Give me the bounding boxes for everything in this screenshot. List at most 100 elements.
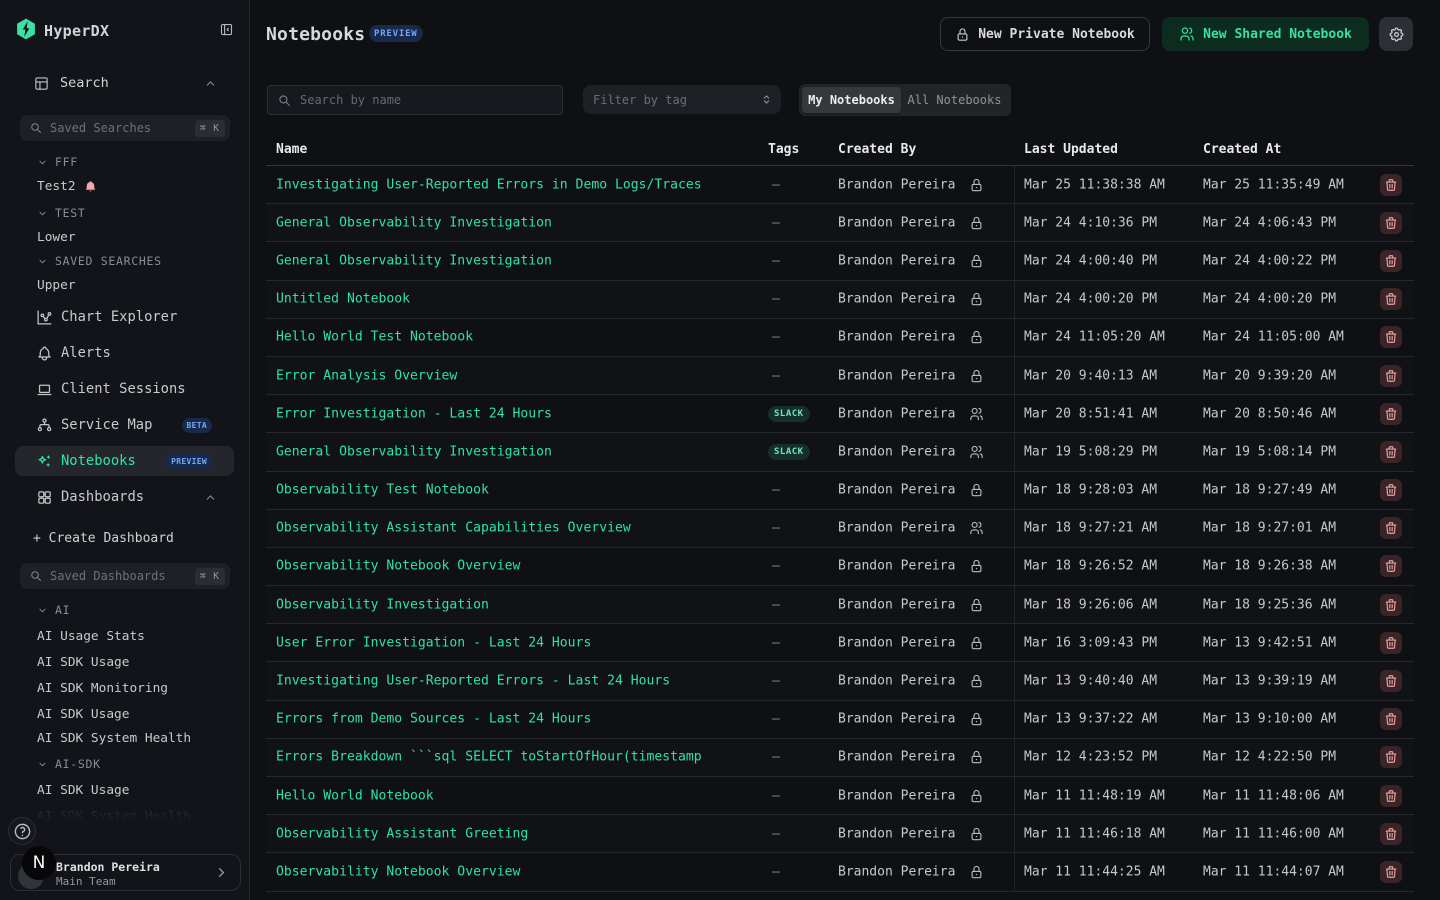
last-updated: Mar 18 9:27:21 AM: [1024, 521, 1157, 536]
delete-notebook-button[interactable]: [1380, 517, 1402, 539]
delete-notebook-button[interactable]: [1380, 785, 1402, 807]
tree-item[interactable]: AI Usage Stats: [0, 623, 250, 649]
table-row[interactable]: Observability Assistant Capabilities Ove…: [266, 510, 1414, 548]
delete-notebook-button[interactable]: [1380, 746, 1402, 768]
new-shared-notebook-button[interactable]: New Shared Notebook: [1162, 17, 1369, 51]
nav-item[interactable]: Service Map BETA: [0, 407, 250, 443]
notebook-name-link[interactable]: User Error Investigation - Last 24 Hours: [276, 635, 591, 650]
new-private-notebook-button[interactable]: New Private Notebook: [940, 17, 1150, 51]
table-body: Investigating User-Reported Errors in De…: [266, 166, 1414, 892]
table-row[interactable]: Observability Test Notebook — Brandon Pe…: [266, 472, 1414, 510]
tree-group[interactable]: AI-SDK: [0, 751, 250, 777]
notebook-name-link[interactable]: Hello World Test Notebook: [276, 330, 473, 345]
delete-notebook-button[interactable]: [1380, 708, 1402, 730]
delete-notebook-button[interactable]: [1380, 326, 1402, 348]
tree-item[interactable]: AI SDK Usage: [0, 649, 250, 675]
delete-notebook-button[interactable]: [1380, 861, 1402, 883]
tree-group[interactable]: AI: [0, 597, 250, 623]
tree-item[interactable]: AI SDK Monitoring: [0, 675, 250, 701]
table-row[interactable]: Observability Notebook Overview — Brando…: [266, 853, 1414, 891]
saved-searches-input[interactable]: Saved Searches ⌘ K: [20, 115, 230, 141]
notebook-name-link[interactable]: Observability Notebook Overview: [276, 864, 520, 879]
delete-notebook-button[interactable]: [1380, 212, 1402, 234]
notebook-name-link[interactable]: Investigating User-Reported Errors - Las…: [276, 674, 670, 689]
nav-item[interactable]: Notebooks PREVIEW: [0, 443, 250, 479]
tree-item[interactable]: AI SDK System Health: [0, 803, 250, 829]
notebook-name-link[interactable]: Observability Assistant Capabilities Ove…: [276, 521, 631, 536]
tree-group-label: AI: [55, 603, 70, 617]
table-row[interactable]: User Error Investigation - Last 24 Hours…: [266, 624, 1414, 662]
notebook-name-link[interactable]: Observability Notebook Overview: [276, 559, 520, 574]
delete-notebook-button[interactable]: [1380, 174, 1402, 196]
tree-item[interactable]: AI SDK System Health: [0, 725, 250, 751]
user-card[interactable]: N Brandon Pereira Main Team: [10, 854, 241, 891]
tree-group[interactable]: SAVED SEARCHES: [0, 249, 250, 273]
notebook-name-link[interactable]: Errors from Demo Sources - Last 24 Hours: [276, 712, 591, 727]
table-row[interactable]: Error Investigation - Last 24 Hours SLAC…: [266, 395, 1414, 433]
notebook-name-link[interactable]: General Observability Investigation: [276, 444, 552, 459]
nav-item[interactable]: Client Sessions: [0, 371, 250, 407]
delete-notebook-button[interactable]: [1380, 403, 1402, 425]
table-row[interactable]: Errors Breakdown ```sql SELECT toStartOf…: [266, 739, 1414, 777]
table-row[interactable]: General Observability Investigation SLAC…: [266, 433, 1414, 471]
delete-notebook-button[interactable]: [1380, 288, 1402, 310]
notebook-name-link[interactable]: General Observability Investigation: [276, 215, 552, 230]
tree-group[interactable]: FFF: [0, 150, 250, 174]
notebook-name-link[interactable]: Hello World Notebook: [276, 788, 434, 803]
table-row[interactable]: Investigating User-Reported Errors - Las…: [266, 662, 1414, 700]
nav-item[interactable]: Chart Explorer: [0, 299, 250, 335]
notebook-name-link[interactable]: General Observability Investigation: [276, 253, 552, 268]
notebook-name-link[interactable]: Observability Assistant Greeting: [276, 826, 528, 841]
delete-notebook-button[interactable]: [1380, 365, 1402, 387]
saved-dashboards-input[interactable]: Saved Dashboards ⌘ K: [20, 563, 230, 589]
tree-item[interactable]: Upper: [0, 273, 250, 297]
tab-all-notebooks[interactable]: All Notebooks: [901, 87, 1008, 113]
nav-item[interactable]: Alerts: [0, 335, 250, 371]
table-row[interactable]: Untitled Notebook — Brandon Pereira Mar …: [266, 281, 1414, 319]
table-row[interactable]: General Observability Investigation — Br…: [266, 242, 1414, 280]
table-row[interactable]: Observability Notebook Overview — Brando…: [266, 548, 1414, 586]
nav-item[interactable]: Dashboards: [0, 479, 250, 515]
notebook-name-link[interactable]: Observability Test Notebook: [276, 483, 489, 498]
notebook-name-link[interactable]: Untitled Notebook: [276, 292, 410, 307]
table-row[interactable]: General Observability Investigation — Br…: [266, 204, 1414, 242]
table-row[interactable]: Errors from Demo Sources - Last 24 Hours…: [266, 701, 1414, 739]
created-at: Mar 11 11:44:07 AM: [1203, 864, 1344, 879]
sidebar-collapse-icon[interactable]: [219, 22, 234, 37]
table-row[interactable]: Hello World Notebook — Brandon Pereira M…: [266, 777, 1414, 815]
delete-notebook-button[interactable]: [1380, 555, 1402, 577]
tree-item[interactable]: Lower: [0, 225, 250, 249]
tree-group[interactable]: TEST: [0, 201, 250, 225]
tab-my-notebooks[interactable]: My Notebooks: [802, 87, 901, 113]
created-at: Mar 20 8:50:46 AM: [1203, 406, 1336, 421]
delete-notebook-button[interactable]: [1380, 632, 1402, 654]
notebook-name-link[interactable]: Observability Investigation: [276, 597, 489, 612]
notebook-name-link[interactable]: Errors Breakdown ```sql SELECT toStartOf…: [276, 750, 702, 765]
tree-item[interactable]: Test2: [0, 174, 250, 198]
delete-notebook-button[interactable]: [1380, 479, 1402, 501]
search-by-name-input[interactable]: Search by name: [267, 85, 563, 115]
table-row[interactable]: Error Analysis Overview — Brandon Pereir…: [266, 357, 1414, 395]
delete-notebook-button[interactable]: [1380, 441, 1402, 463]
settings-button[interactable]: [1379, 17, 1413, 51]
create-dashboard-button[interactable]: + Create Dashboard: [33, 527, 174, 550]
table-row[interactable]: Observability Investigation — Brandon Pe…: [266, 586, 1414, 624]
filter-by-tag-select[interactable]: Filter by tag: [583, 85, 781, 114]
notebook-name-link[interactable]: Error Investigation - Last 24 Hours: [276, 406, 552, 421]
notebook-name-link[interactable]: Error Analysis Overview: [276, 368, 457, 383]
table-row[interactable]: Hello World Test Notebook — Brandon Pere…: [266, 319, 1414, 357]
table-row[interactable]: Investigating User-Reported Errors in De…: [266, 166, 1414, 204]
tree-item[interactable]: AI SDK Usage: [0, 777, 250, 803]
delete-notebook-button[interactable]: [1380, 250, 1402, 272]
help-button[interactable]: [8, 817, 36, 845]
created-by: Brandon Pereira: [838, 406, 955, 421]
sidebar-section-search[interactable]: Search: [0, 69, 250, 97]
delete-notebook-button[interactable]: [1380, 670, 1402, 692]
delete-notebook-button[interactable]: [1380, 594, 1402, 616]
delete-notebook-button[interactable]: [1380, 823, 1402, 845]
trash-icon: [1384, 712, 1398, 726]
tree-item[interactable]: AI SDK Usage: [0, 701, 250, 727]
trash-icon: [1384, 750, 1398, 764]
notebook-name-link[interactable]: Investigating User-Reported Errors in De…: [276, 177, 702, 192]
table-row[interactable]: Observability Assistant Greeting — Brand…: [266, 815, 1414, 853]
